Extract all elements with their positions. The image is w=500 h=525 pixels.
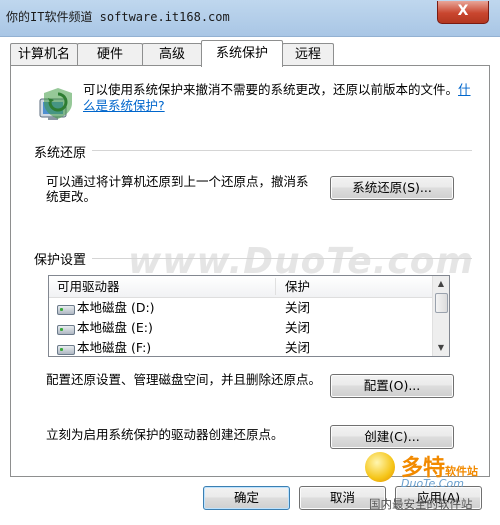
close-icon: X <box>457 3 469 19</box>
restore-description: 可以通过将计算机还原到上一个还原点，撤消系统更改。 <box>46 174 309 204</box>
hard-disk-icon <box>57 305 75 315</box>
protection-state: 关闭 <box>285 320 311 335</box>
duote-site: DuoTe.Com <box>401 477 464 490</box>
protection-state: 关闭 <box>285 300 311 315</box>
restore-group-title: 系统还原 <box>34 142 93 161</box>
tab-system-protection[interactable]: 系统保护 <box>201 40 283 67</box>
tab-advanced[interactable]: 高级 <box>142 43 202 66</box>
drive-row-d[interactable]: 本地磁盘 (D:) 关闭 <box>49 298 432 318</box>
system-restore-button[interactable]: 系统还原(S)... <box>330 176 454 200</box>
create-description: 立刻为启用系统保护的驱动器创建还原点。 <box>46 427 284 442</box>
duote-tagline: 国内最安全的软件站 <box>369 497 473 511</box>
protection-group-rule <box>92 258 472 259</box>
intro-text-block: 可以使用系统保护来撤消不需要的系统更改，还原以前版本的文件。什么是系统保护? <box>83 82 483 114</box>
close-button[interactable]: X <box>437 1 489 24</box>
restore-group-rule <box>92 150 472 151</box>
drive-name: 本地磁盘 (D:) <box>77 300 155 315</box>
tab-remote[interactable]: 远程 <box>282 43 334 66</box>
tab-computer-name[interactable]: 计算机名 <box>10 43 78 66</box>
create-button[interactable]: 创建(C)... <box>330 425 454 449</box>
drive-name: 本地磁盘 (F:) <box>77 340 152 355</box>
drive-name: 本地磁盘 (E:) <box>77 320 153 335</box>
protection-group-title: 保护设置 <box>34 249 93 268</box>
list-scrollbar[interactable]: ▲ ▼ <box>432 276 449 356</box>
scroll-thumb[interactable] <box>435 293 448 313</box>
duote-logo-icon <box>365 452 395 482</box>
duote-corner-logo: 多特软件站 DuoTe.Com 国内最安全的软件站 <box>365 450 495 520</box>
system-protection-shield-icon <box>39 88 72 120</box>
drive-row-f[interactable]: 本地磁盘 (F:) 关闭 <box>49 338 432 356</box>
hard-disk-icon <box>57 345 75 355</box>
title-bar: 你的IT软件频道 software.it168.com X <box>0 0 500 37</box>
configure-description: 配置还原设置、管理磁盘空间，并且删除还原点。 <box>46 372 322 387</box>
scroll-up-arrow-icon[interactable]: ▲ <box>433 276 449 292</box>
list-header: 可用驱动器 保护 <box>49 276 432 298</box>
column-header-protection[interactable]: 保护 <box>285 276 310 297</box>
title-watermark: 你的IT软件频道 software.it168.com <box>6 10 230 24</box>
drive-row-e[interactable]: 本地磁盘 (E:) 关闭 <box>49 318 432 338</box>
intro-description: 可以使用系统保护来撤消不需要的系统更改，还原以前版本的文件。 <box>83 82 459 97</box>
column-header-drives[interactable]: 可用驱动器 <box>57 276 120 297</box>
protection-state: 关闭 <box>285 340 311 355</box>
configure-button[interactable]: 配置(O)... <box>330 374 454 398</box>
tab-hardware[interactable]: 硬件 <box>77 43 143 66</box>
hard-disk-icon <box>57 325 75 335</box>
drive-protection-list: 可用驱动器 保护 本地磁盘 (D:) 关闭 本地磁盘 (E:) 关闭 本地磁盘 … <box>48 275 450 357</box>
column-separator[interactable] <box>275 278 276 295</box>
tab-strip: 计算机名 硬件 高级 系统保护 远程 <box>10 40 490 67</box>
scroll-down-arrow-icon[interactable]: ▼ <box>433 340 449 356</box>
ok-button[interactable]: 确定 <box>203 486 290 510</box>
